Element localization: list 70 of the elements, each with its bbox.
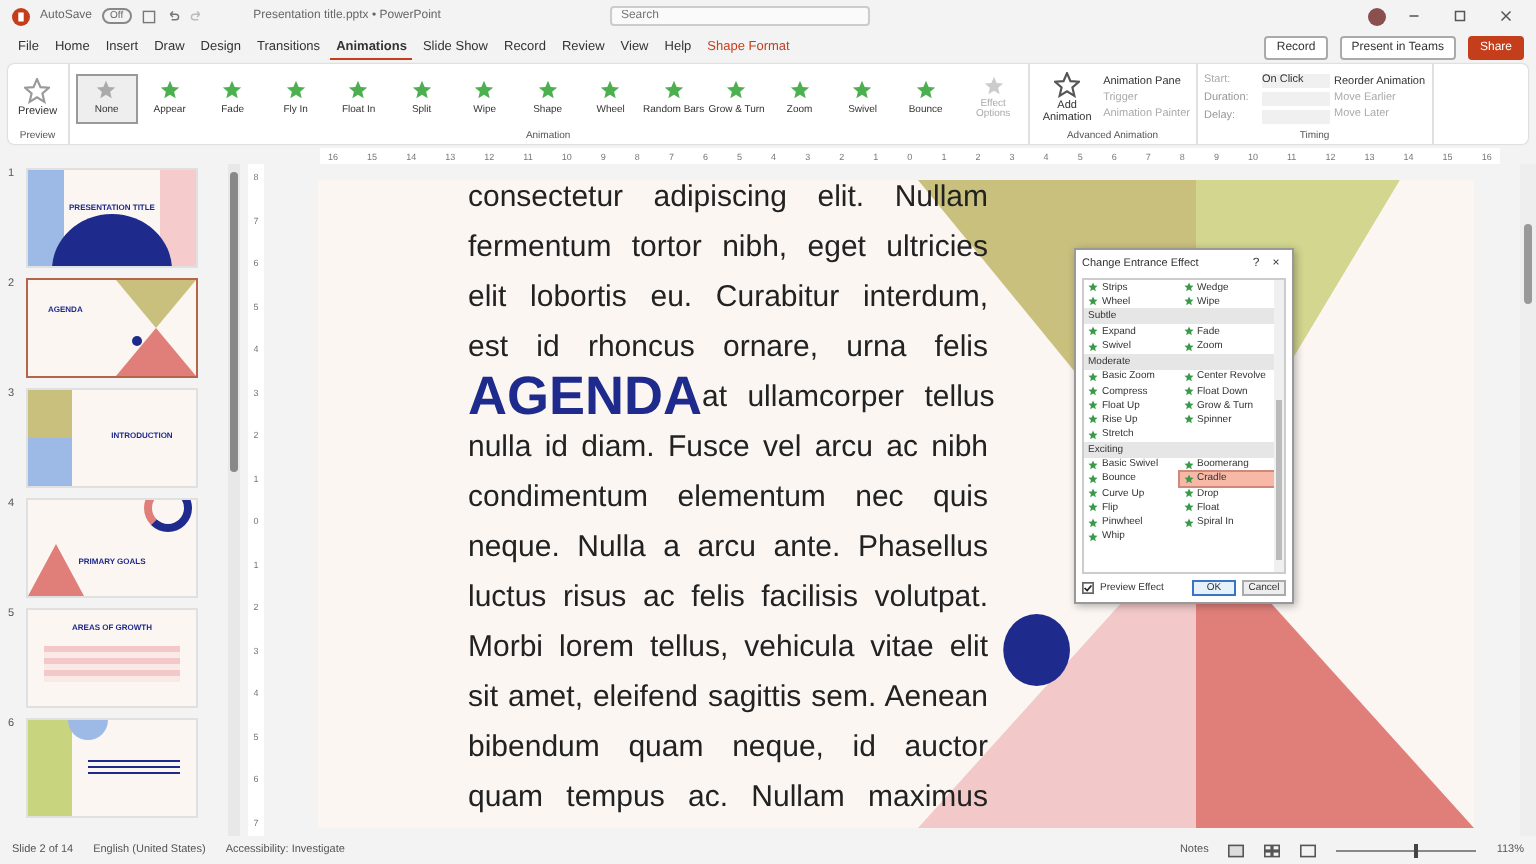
save-icon[interactable] — [141, 9, 156, 23]
star-icon — [1183, 386, 1193, 397]
star-icon — [1088, 326, 1098, 337]
slide-thumbnail[interactable] — [26, 718, 198, 818]
star-icon — [96, 80, 117, 100]
body-text-line: est id rhoncus ornare, urna felis — [468, 328, 988, 368]
body-text-line: luctus risus ac felis facilisis volutpat. — [468, 578, 988, 618]
user-avatar[interactable] — [1368, 7, 1386, 25]
star-icon — [1183, 414, 1193, 425]
maximize-icon[interactable] — [1454, 10, 1466, 22]
star-icon — [1088, 371, 1098, 382]
slide-sorter-icon[interactable] — [1264, 843, 1281, 857]
star-icon — [1183, 459, 1193, 470]
star-icon — [1088, 429, 1098, 440]
star-icon — [1183, 473, 1193, 484]
star-icon — [1183, 400, 1193, 411]
star-icon — [1088, 459, 1098, 470]
body-text-line: condimentum elementum nec quis — [468, 478, 988, 518]
star-icon — [1183, 296, 1193, 307]
body-text-line: fermentum tortor nibh, eget ultricies — [468, 228, 988, 268]
star-icon — [1088, 296, 1098, 307]
star-icon — [1088, 386, 1098, 397]
star-icon — [1183, 282, 1193, 293]
body-text-line: Morbi lorem tellus, vehicula vitae elit — [468, 628, 988, 668]
star-icon — [348, 80, 369, 100]
body-text-line: nulla id diam. Fusce vel arcu ac nibh — [468, 428, 988, 468]
app-logo-icon — [12, 7, 30, 25]
star-icon — [663, 80, 684, 100]
minimize-icon[interactable] — [1408, 10, 1420, 22]
star-icon — [789, 80, 810, 100]
star-icon — [1088, 531, 1098, 542]
normal-view-icon[interactable] — [1228, 843, 1245, 857]
star-icon — [222, 80, 243, 100]
star-icon — [285, 80, 306, 100]
star-icon — [1088, 400, 1098, 411]
star-icon — [1088, 414, 1098, 425]
star-icon — [1183, 371, 1193, 382]
star-icon — [1088, 473, 1098, 484]
body-text-line: neque. Nulla a arcu ante. Phasellus — [468, 528, 988, 568]
star-icon — [1088, 502, 1098, 513]
star-icon — [1183, 326, 1193, 337]
star-icon — [600, 80, 621, 100]
undo-icon[interactable] — [165, 9, 180, 23]
star-icon — [983, 75, 1004, 95]
preview-checkbox[interactable] — [1082, 582, 1094, 594]
star-icon — [1088, 282, 1098, 293]
star-icon — [24, 78, 51, 104]
body-text-line: bibendum quam neque, id auctor — [468, 728, 988, 768]
star-icon — [1088, 488, 1098, 499]
reading-view-icon[interactable] — [1300, 843, 1317, 857]
star-icon — [1054, 72, 1081, 98]
body-text-line: elit lobortis eu. Curabitur interdum, — [468, 278, 988, 318]
slide-heading: AGENDA — [468, 370, 703, 424]
star-icon — [1088, 517, 1098, 528]
star-icon — [411, 80, 432, 100]
star-icon — [852, 80, 873, 100]
star-icon — [474, 80, 495, 100]
star-icon — [915, 80, 936, 100]
star-icon — [1088, 341, 1098, 352]
body-text-line: quam tempus ac. Nullam maximus — [468, 778, 988, 818]
star-icon — [537, 80, 558, 100]
body-text-line: sit amet, eleifend sagittis sem. Aenean — [468, 678, 988, 718]
star-icon — [1183, 488, 1193, 499]
star-icon — [159, 80, 180, 100]
star-icon — [1183, 517, 1193, 528]
star-icon — [1183, 341, 1193, 352]
star-icon — [726, 80, 747, 100]
star-icon — [1183, 502, 1193, 513]
body-text-line: at ullamcorper tellus — [702, 380, 995, 414]
close-icon[interactable] — [1500, 10, 1512, 22]
